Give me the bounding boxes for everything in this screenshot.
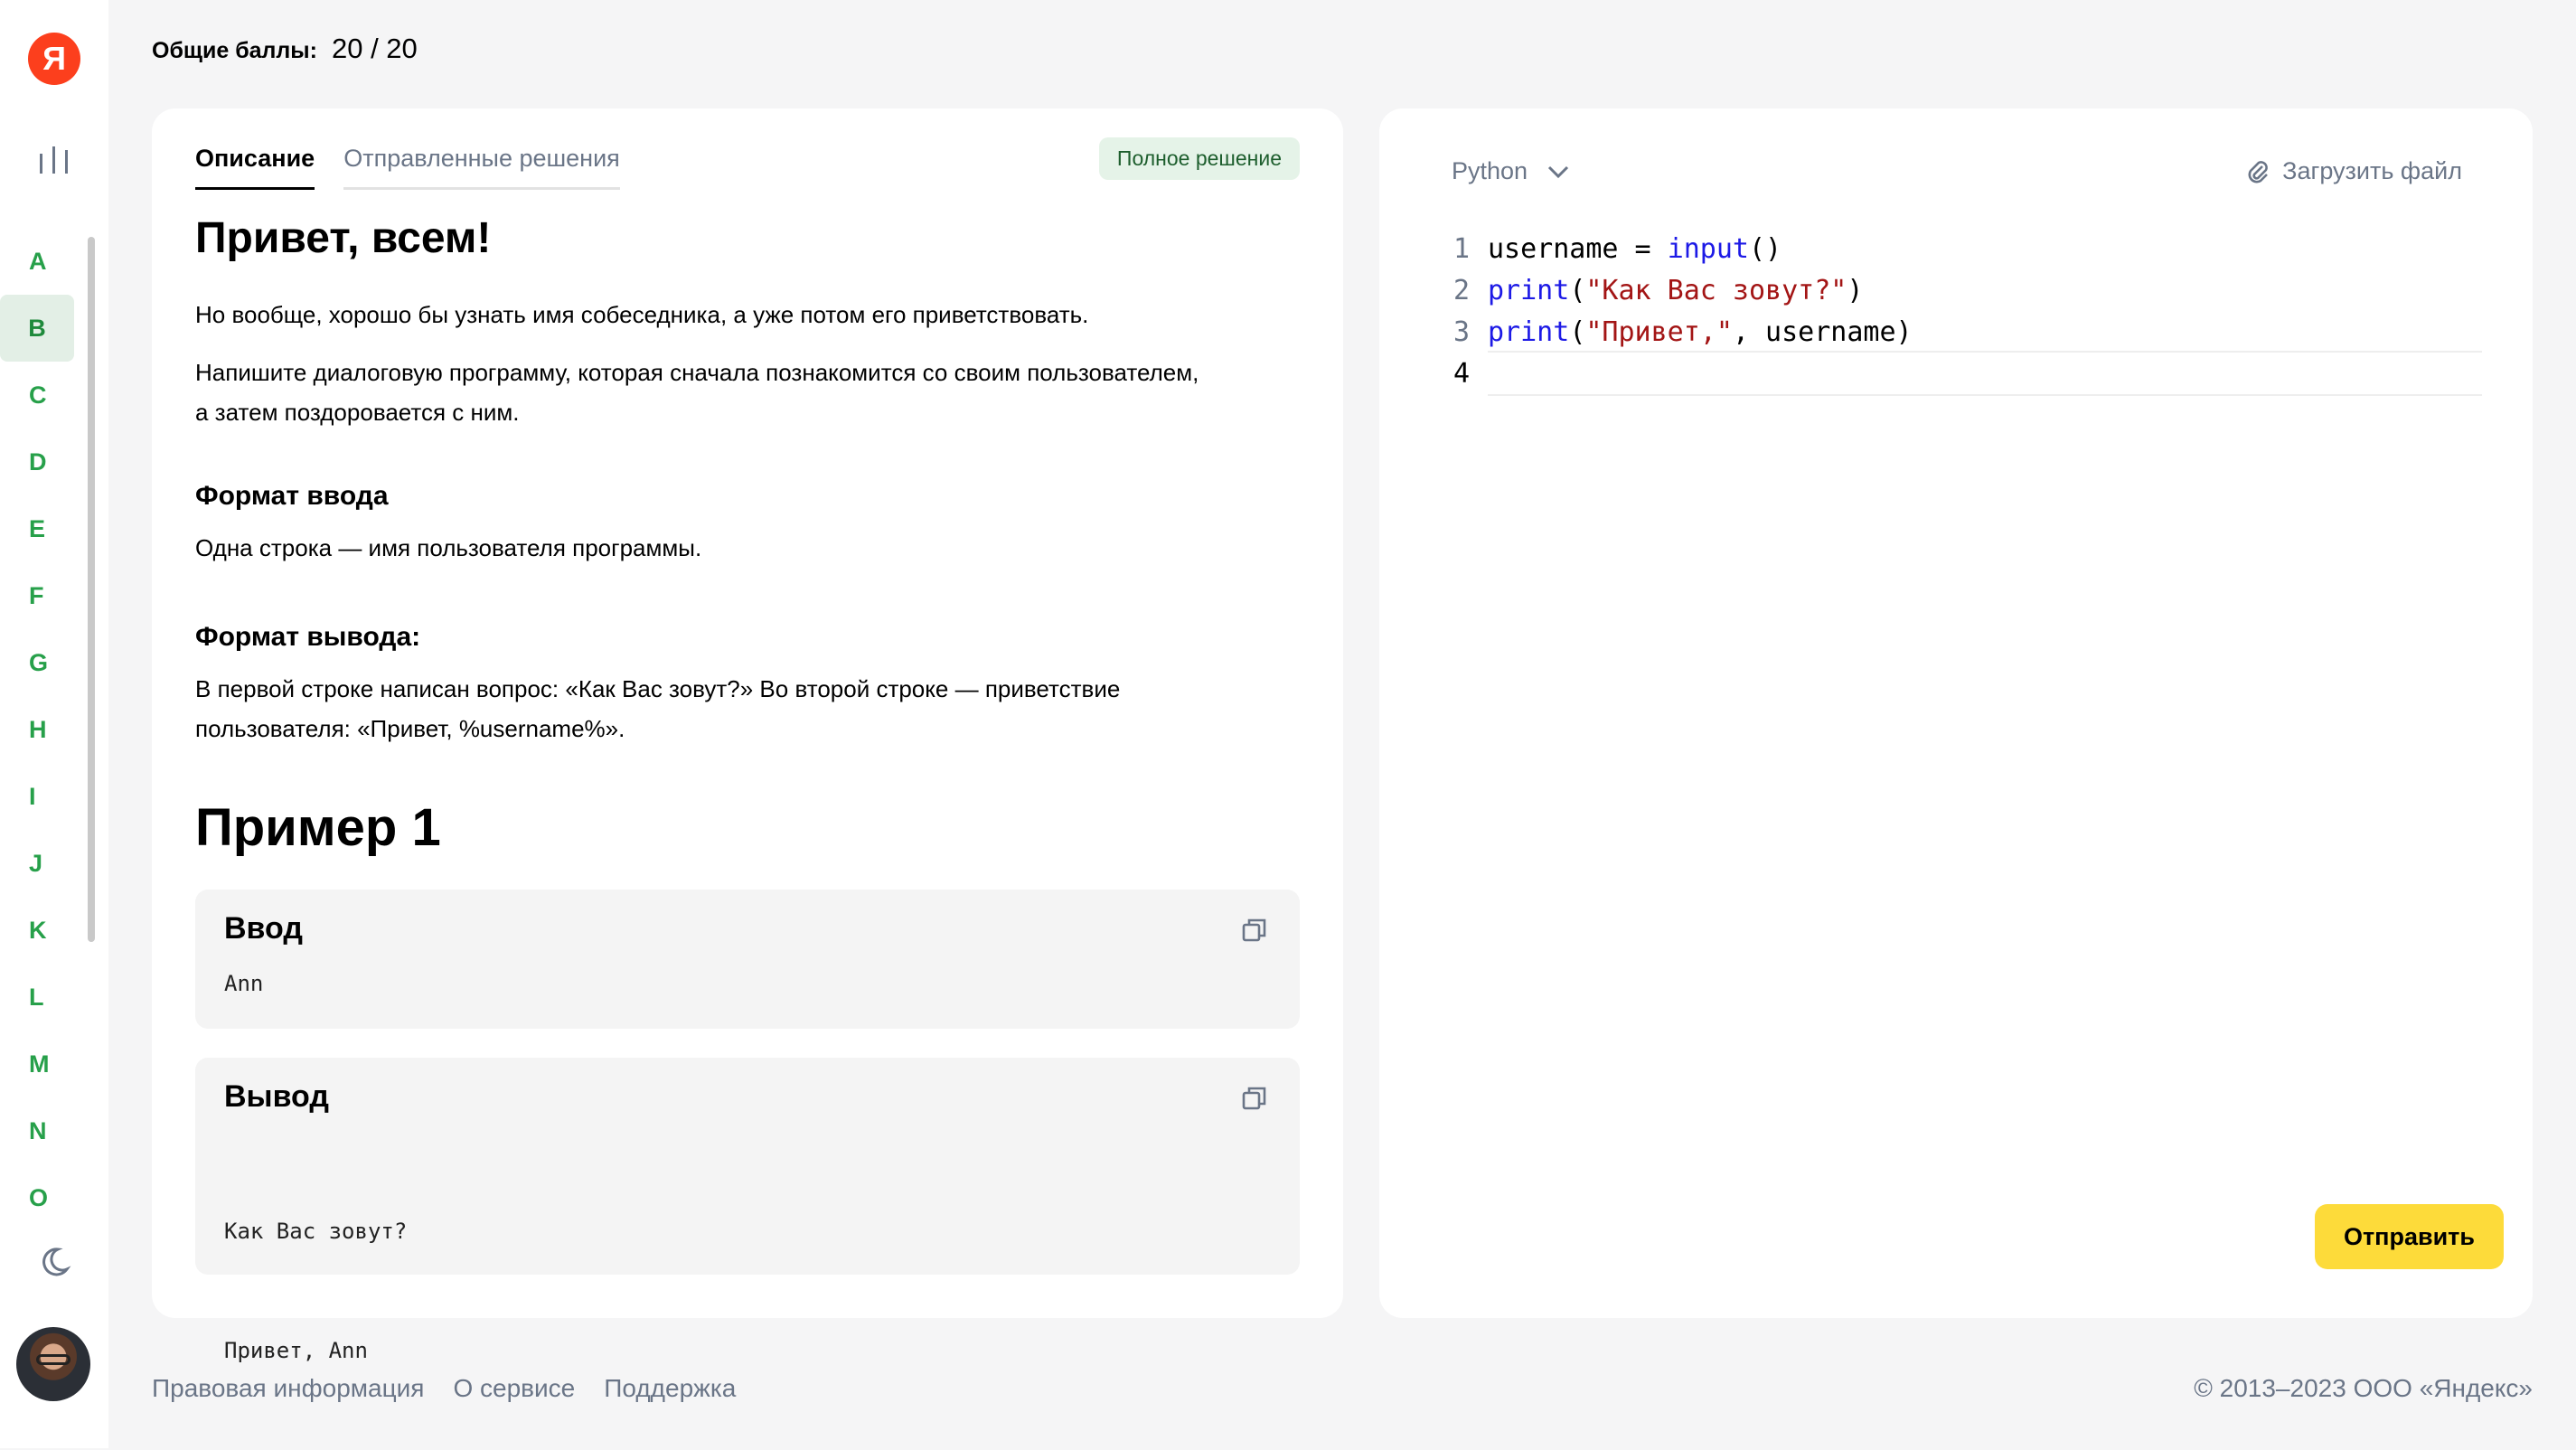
task-body-line: а затем поздоровается с ним. (195, 399, 520, 426)
problem-letter: I (29, 782, 36, 810)
yandex-logo[interactable]: Я (28, 33, 80, 85)
output-format-line: пользователя: «Привет, %username%». (195, 715, 625, 742)
score-label: Общие баллы: (152, 38, 317, 63)
editor-panel: Python Загрузить файл 1 username = input… (1379, 108, 2533, 1318)
example-input-box: Ввод Ann (195, 890, 1300, 1029)
problem-letter: J (29, 849, 43, 877)
task-body: Напишите диалоговую программу, которая с… (195, 353, 1307, 432)
example-output-title: Вывод (224, 1079, 329, 1114)
logo-letter: Я (42, 40, 66, 77)
code-line-current[interactable]: 4 (1434, 351, 2482, 396)
problem-letter: B (0, 295, 74, 362)
code-line: 1 username = input() (1434, 228, 2482, 269)
moon-icon[interactable] (36, 1244, 72, 1280)
total-score: Общие баллы: 20 / 20 (152, 33, 418, 65)
language-select[interactable]: Python (1452, 157, 1571, 185)
example-output-box: Вывод Как Вас зовут? Привет, Ann (195, 1058, 1300, 1363)
copy-icon[interactable] (1240, 1085, 1269, 1114)
stats-icon[interactable] (36, 141, 72, 177)
problem-letter: O (29, 1183, 49, 1211)
sidebar-scrollbar[interactable] (88, 237, 95, 942)
chevron-down-icon (1548, 165, 1569, 178)
code-line: 3 print("Привет,", username) (1434, 311, 2482, 353)
problem-letter: A (29, 247, 47, 275)
problem-letter: C (29, 381, 47, 409)
problem-m[interactable]: M (0, 1031, 108, 1097)
problem-letter: N (29, 1116, 47, 1144)
problem-letter: K (29, 916, 47, 944)
problem-letter: E (29, 514, 46, 542)
copy-icon[interactable] (1240, 917, 1269, 946)
footer-link-legal[interactable]: Правовая информация (152, 1374, 424, 1403)
problem-letter: D (29, 447, 47, 475)
example-output-line: Как Вас зовут? (224, 1219, 408, 1244)
task-tabs: Описание Отправленные решения (195, 145, 620, 190)
tab-submissions[interactable]: Отправленные решения (343, 145, 620, 190)
line-number: 1 (1453, 232, 1470, 265)
example-input-title: Ввод (224, 911, 303, 946)
upload-file-button[interactable]: Загрузить файл (2244, 157, 2462, 185)
problem-letter: F (29, 581, 44, 609)
footer-links: Правовая информация О сервисе Поддержка (152, 1374, 736, 1403)
output-format-text: В первой строке написан вопрос: «Как Вас… (195, 669, 1307, 749)
problem-letter: H (29, 715, 47, 743)
code-editor[interactable]: 1 username = input() 2 print("Как Вас зо… (1434, 228, 2482, 396)
task-title: Привет, всем! (195, 214, 492, 262)
example-heading: Пример 1 (195, 798, 441, 857)
submit-button[interactable]: Отправить (2314, 1204, 2504, 1269)
avatar-glasses (36, 1354, 71, 1365)
task-panel: Описание Отправленные решения Полное реш… (152, 108, 1343, 1363)
code-text: username = input() (1488, 232, 1782, 265)
code-text: print("Привет,", username) (1488, 315, 1913, 348)
output-format-heading: Формат вывода: (195, 622, 421, 652)
task-intro: Но вообще, хорошо бы узнать имя собеседн… (195, 301, 1089, 328)
paperclip-icon (2248, 160, 2269, 183)
code-text: print("Как Вас зовут?") (1488, 274, 1864, 306)
upload-label: Загрузить файл (2282, 157, 2462, 184)
code-line: 2 print("Как Вас зовут?") (1434, 269, 2482, 311)
example-input-text: Ann (224, 971, 264, 996)
sidebar: Я A B C D E F G H I J K L M N O (0, 0, 108, 1448)
task-body-line: Напишите диалоговую программу, которая с… (195, 359, 1199, 386)
problem-l[interactable]: L (0, 964, 108, 1031)
output-format-line: В первой строке написан вопрос: «Как Вас… (195, 675, 1121, 702)
footer-link-support[interactable]: Поддержка (604, 1374, 736, 1403)
problem-letter: L (29, 983, 44, 1011)
problem-letter: G (29, 648, 49, 676)
score-value: 20 / 20 (331, 33, 418, 64)
line-number: 3 (1453, 315, 1470, 348)
language-value: Python (1452, 157, 1528, 184)
problem-n[interactable]: N (0, 1097, 108, 1164)
status-badge: Полное решение (1098, 137, 1300, 180)
tab-description[interactable]: Описание (195, 145, 315, 190)
avatar[interactable] (16, 1327, 90, 1401)
example-output-line: Привет, Ann (224, 1338, 368, 1363)
problem-letter: M (29, 1050, 50, 1078)
input-format-heading: Формат ввода (195, 481, 389, 511)
copyright: © 2013–2023 ООО «Яндекс» (2194, 1374, 2533, 1402)
input-format-text: Одна строка — имя пользователя программы… (195, 534, 702, 561)
problem-o[interactable]: O (0, 1164, 108, 1231)
line-number: 4 (1453, 357, 1470, 390)
line-number: 2 (1453, 274, 1470, 306)
footer-link-about[interactable]: О сервисе (453, 1374, 575, 1403)
code-text[interactable] (1488, 351, 2482, 396)
